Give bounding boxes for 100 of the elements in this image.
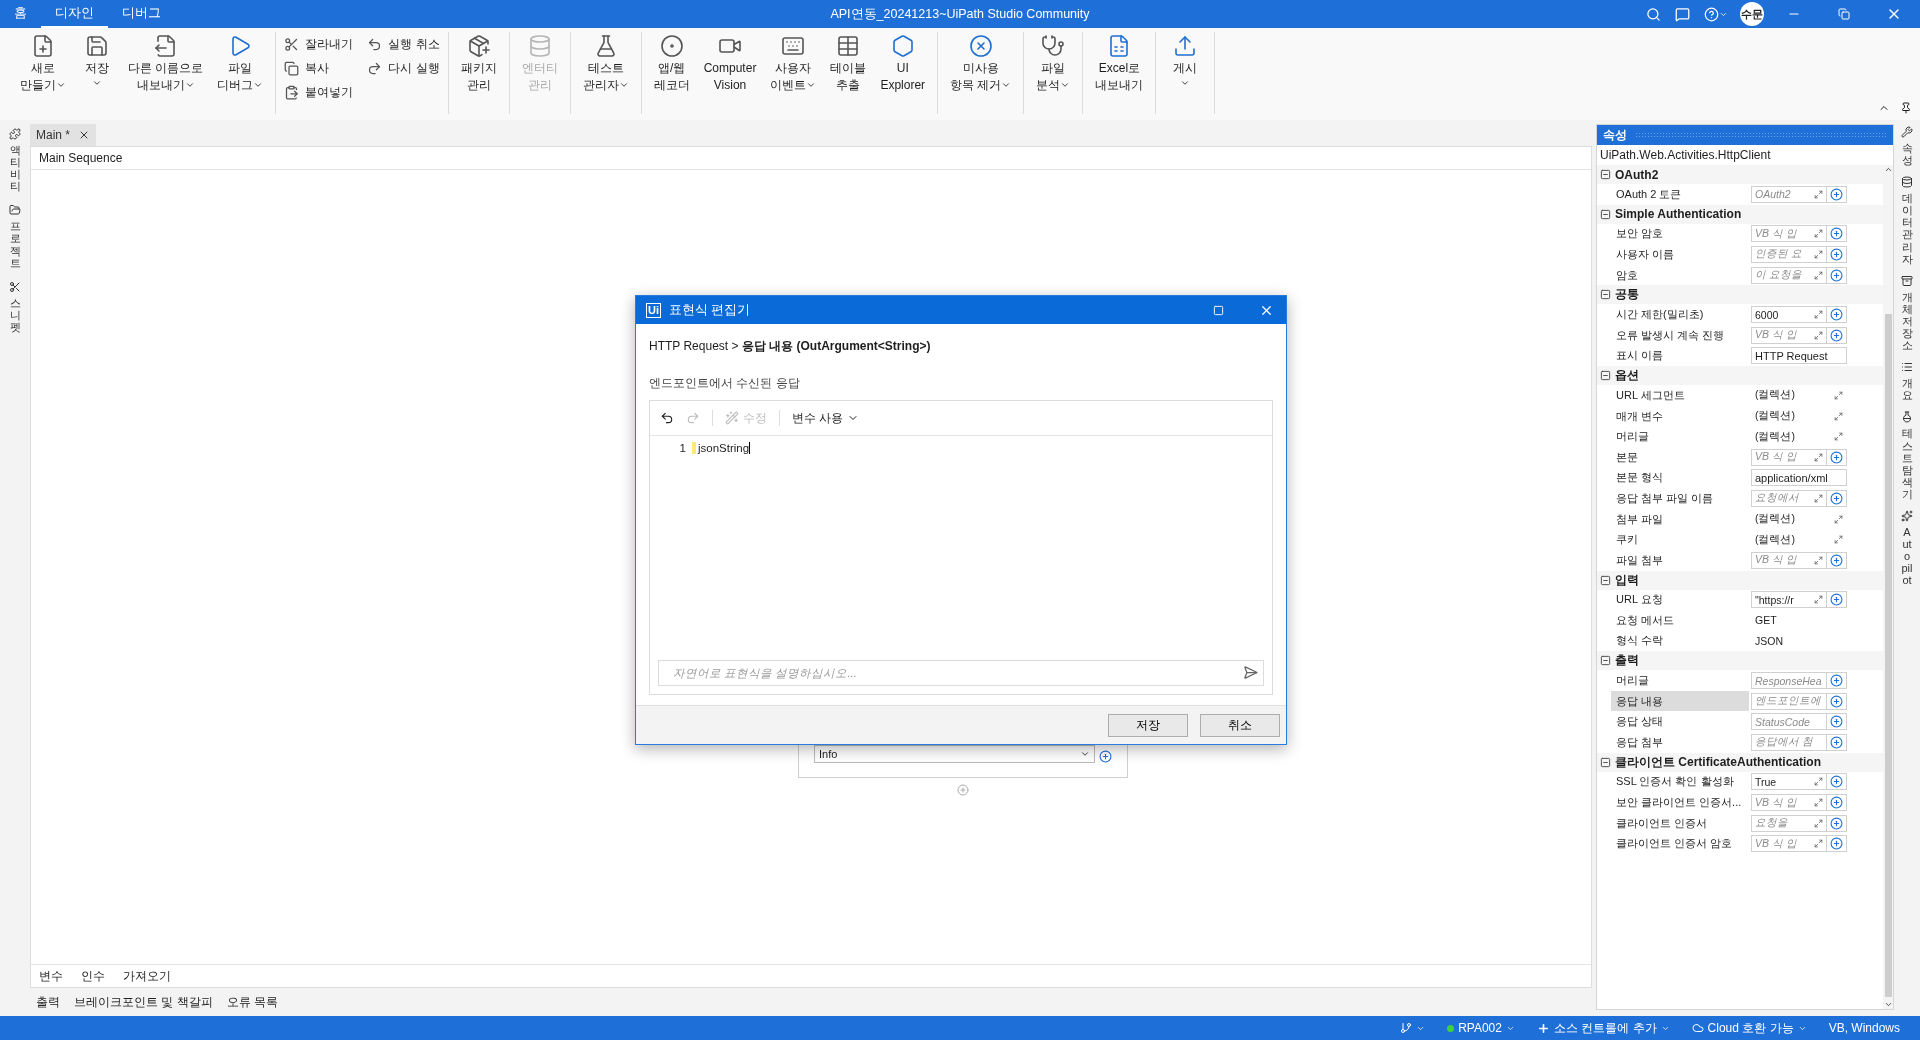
property-name[interactable]: 본문 <box>1611 446 1749 468</box>
ribbon-button[interactable]: 앱/웹 레코더 <box>647 32 696 114</box>
status-item[interactable]: RPA002 <box>1447 1021 1515 1035</box>
dropdown[interactable]: Info <box>814 745 1095 763</box>
property-name[interactable]: 보안 클라이언트 인증서... <box>1611 792 1749 813</box>
add-button[interactable] <box>1827 225 1847 243</box>
expand-icon[interactable] <box>1814 798 1823 808</box>
property-name[interactable]: 응답 첨부 <box>1611 732 1749 753</box>
bottom-panel-tab[interactable]: 출력 <box>34 993 62 1011</box>
expression-field[interactable]: 엔드포인트에 <box>1751 692 1827 710</box>
property-name[interactable]: 응답 첨부 파일 이름 <box>1611 488 1749 509</box>
add-button[interactable] <box>1827 306 1847 324</box>
expand-icon[interactable] <box>1834 411 1843 421</box>
add-button[interactable] <box>1827 692 1847 710</box>
ribbon-button[interactable]: UI Explorer <box>874 32 932 114</box>
ribbon-button[interactable]: Excel로 내보내기 <box>1089 32 1150 114</box>
expression-field[interactable]: 이 요청을 <box>1751 266 1827 284</box>
side-panel-tab[interactable]: 스니펫 <box>9 280 21 334</box>
ribbon-button[interactable]: 게시 <box>1162 32 1209 114</box>
send-icon[interactable] <box>1243 665 1258 680</box>
expand-icon[interactable] <box>1814 310 1823 320</box>
expand-icon[interactable] <box>1814 270 1823 280</box>
add-button[interactable] <box>1827 326 1847 344</box>
expression-field[interactable]: VB 식 입 <box>1751 835 1827 853</box>
side-panel-tab[interactable]: 속성 <box>1901 126 1913 167</box>
collapse-toggle[interactable] <box>1600 655 1611 667</box>
expression-field[interactable]: VB 식 입 <box>1751 448 1827 466</box>
designer-tab[interactable]: 인수 <box>79 967 107 985</box>
expand-icon[interactable] <box>1814 839 1823 849</box>
code-editor[interactable]: 수정 변수 사용 1 jsonString 자연어로 표현식을 설명하십시오... <box>649 400 1273 695</box>
collapse-toggle[interactable] <box>1600 574 1611 586</box>
text-field[interactable]: HTTP Request <box>1751 347 1847 365</box>
ribbon-button[interactable]: 미사용 항목 제거 <box>944 32 1018 114</box>
property-name[interactable]: 요청 메서드 <box>1611 610 1749 631</box>
add-button[interactable] <box>1827 794 1847 812</box>
side-panel-tab[interactable]: 데이터 관리자 <box>1901 176 1913 265</box>
expression-field[interactable]: ResponseHea <box>1751 672 1827 690</box>
ribbon-button[interactable]: 다른 이름으로 내보내기 <box>122 32 210 114</box>
property-name[interactable]: 매개 변수 <box>1611 405 1749 427</box>
ribbon-button[interactable]: 저장 <box>74 32 120 114</box>
property-name[interactable]: 시간 제한(밀리초) <box>1611 304 1749 325</box>
expand-icon[interactable] <box>1814 555 1823 565</box>
add-button[interactable] <box>1827 733 1847 751</box>
expression-field[interactable]: StatusCode <box>1751 713 1827 731</box>
property-name[interactable]: 응답 상태 <box>1611 711 1749 733</box>
ribbon-button[interactable]: Computer Vision <box>697 32 763 114</box>
ribbon-button[interactable]: 테스트 관리자 <box>576 32 635 114</box>
bottom-panel-tab[interactable]: 오류 목록 <box>224 993 280 1011</box>
add-button[interactable] <box>1827 551 1847 569</box>
ribbon-small-button[interactable]: 복사 <box>282 59 356 77</box>
expand-icon[interactable] <box>1814 493 1823 503</box>
property-name[interactable]: 보안 암호 <box>1611 223 1749 245</box>
scrollbar[interactable] <box>1883 165 1893 1009</box>
expand-icon[interactable] <box>1814 250 1823 259</box>
property-name[interactable]: 사용자 이름 <box>1611 244 1749 265</box>
add-icon[interactable] <box>1099 750 1112 763</box>
document-tab[interactable]: Main * <box>30 124 96 146</box>
expression-field[interactable]: 요청을 <box>1751 814 1827 832</box>
property-name[interactable]: 첨부 파일 <box>1611 508 1749 530</box>
bottom-panel-tab[interactable]: 브레이크포인트 및 책갈피 <box>72 993 215 1011</box>
expand-icon[interactable] <box>1814 330 1823 340</box>
ribbon-button[interactable]: 패키지 관리 <box>454 32 503 114</box>
designer-tab[interactable]: 변수 <box>37 967 65 985</box>
property-name[interactable]: SSL 인증서 확인 활성화 <box>1611 771 1749 793</box>
variables-dropdown[interactable]: 변수 사용 <box>792 409 860 427</box>
property-name[interactable]: 암호 <box>1611 264 1749 286</box>
add-button[interactable] <box>1827 814 1847 832</box>
ribbon-button[interactable]: 새로 만들기 <box>14 32 72 114</box>
expand-icon[interactable] <box>1834 514 1843 524</box>
menu-tab[interactable]: 디버그 <box>108 0 175 28</box>
ribbon-small-button[interactable]: 다시 실행 <box>365 59 442 77</box>
expand-icon[interactable] <box>1814 229 1823 239</box>
collapse-toggle[interactable] <box>1600 289 1611 301</box>
side-panel-tab[interactable]: 테스트 탐색기 <box>1901 411 1913 500</box>
side-panel-tab[interactable]: 개체 저장소 <box>1901 274 1913 352</box>
expand-icon[interactable] <box>1814 189 1823 199</box>
expand-icon[interactable] <box>1814 818 1823 828</box>
ribbon-small-button[interactable]: 잘라내기 <box>282 35 356 53</box>
ribbon-button[interactable]: 파일 디버그 <box>211 32 270 114</box>
status-item[interactable]: Cloud 호환 가능 <box>1691 1019 1807 1037</box>
feedback-button[interactable] <box>1673 6 1692 22</box>
ribbon-button[interactable]: 파일 분석 <box>1030 32 1077 114</box>
prompt-field[interactable]: 자연어로 표현식을 설명하십시오... <box>658 660 1264 686</box>
user-avatar[interactable]: 수문 <box>1740 2 1764 26</box>
property-name[interactable]: 클라이언트 인증서 <box>1611 812 1749 834</box>
dialog-button[interactable]: 저장 <box>1108 713 1188 737</box>
text-field[interactable]: application/xml <box>1751 469 1847 487</box>
ribbon-button[interactable]: 사용자 이벤트 <box>764 32 823 114</box>
side-panel-tab[interactable]: 프로젝트 <box>9 204 21 269</box>
property-name[interactable]: 머리글 <box>1611 426 1749 447</box>
expression-field[interactable]: VB 식 입 <box>1751 326 1827 344</box>
collapse-toggle[interactable] <box>1600 169 1611 180</box>
expression-field[interactable]: 요청에서 <box>1751 489 1827 507</box>
ribbon-button[interactable]: 테이블 추출 <box>824 32 873 114</box>
property-name[interactable]: 본문 형식 <box>1611 467 1749 489</box>
add-button[interactable] <box>1827 713 1847 731</box>
collapse-toggle[interactable] <box>1600 756 1611 768</box>
side-panel-tab[interactable]: 액티비티 <box>9 128 21 193</box>
add-button[interactable] <box>1827 266 1847 284</box>
add-button[interactable] <box>1827 246 1847 263</box>
